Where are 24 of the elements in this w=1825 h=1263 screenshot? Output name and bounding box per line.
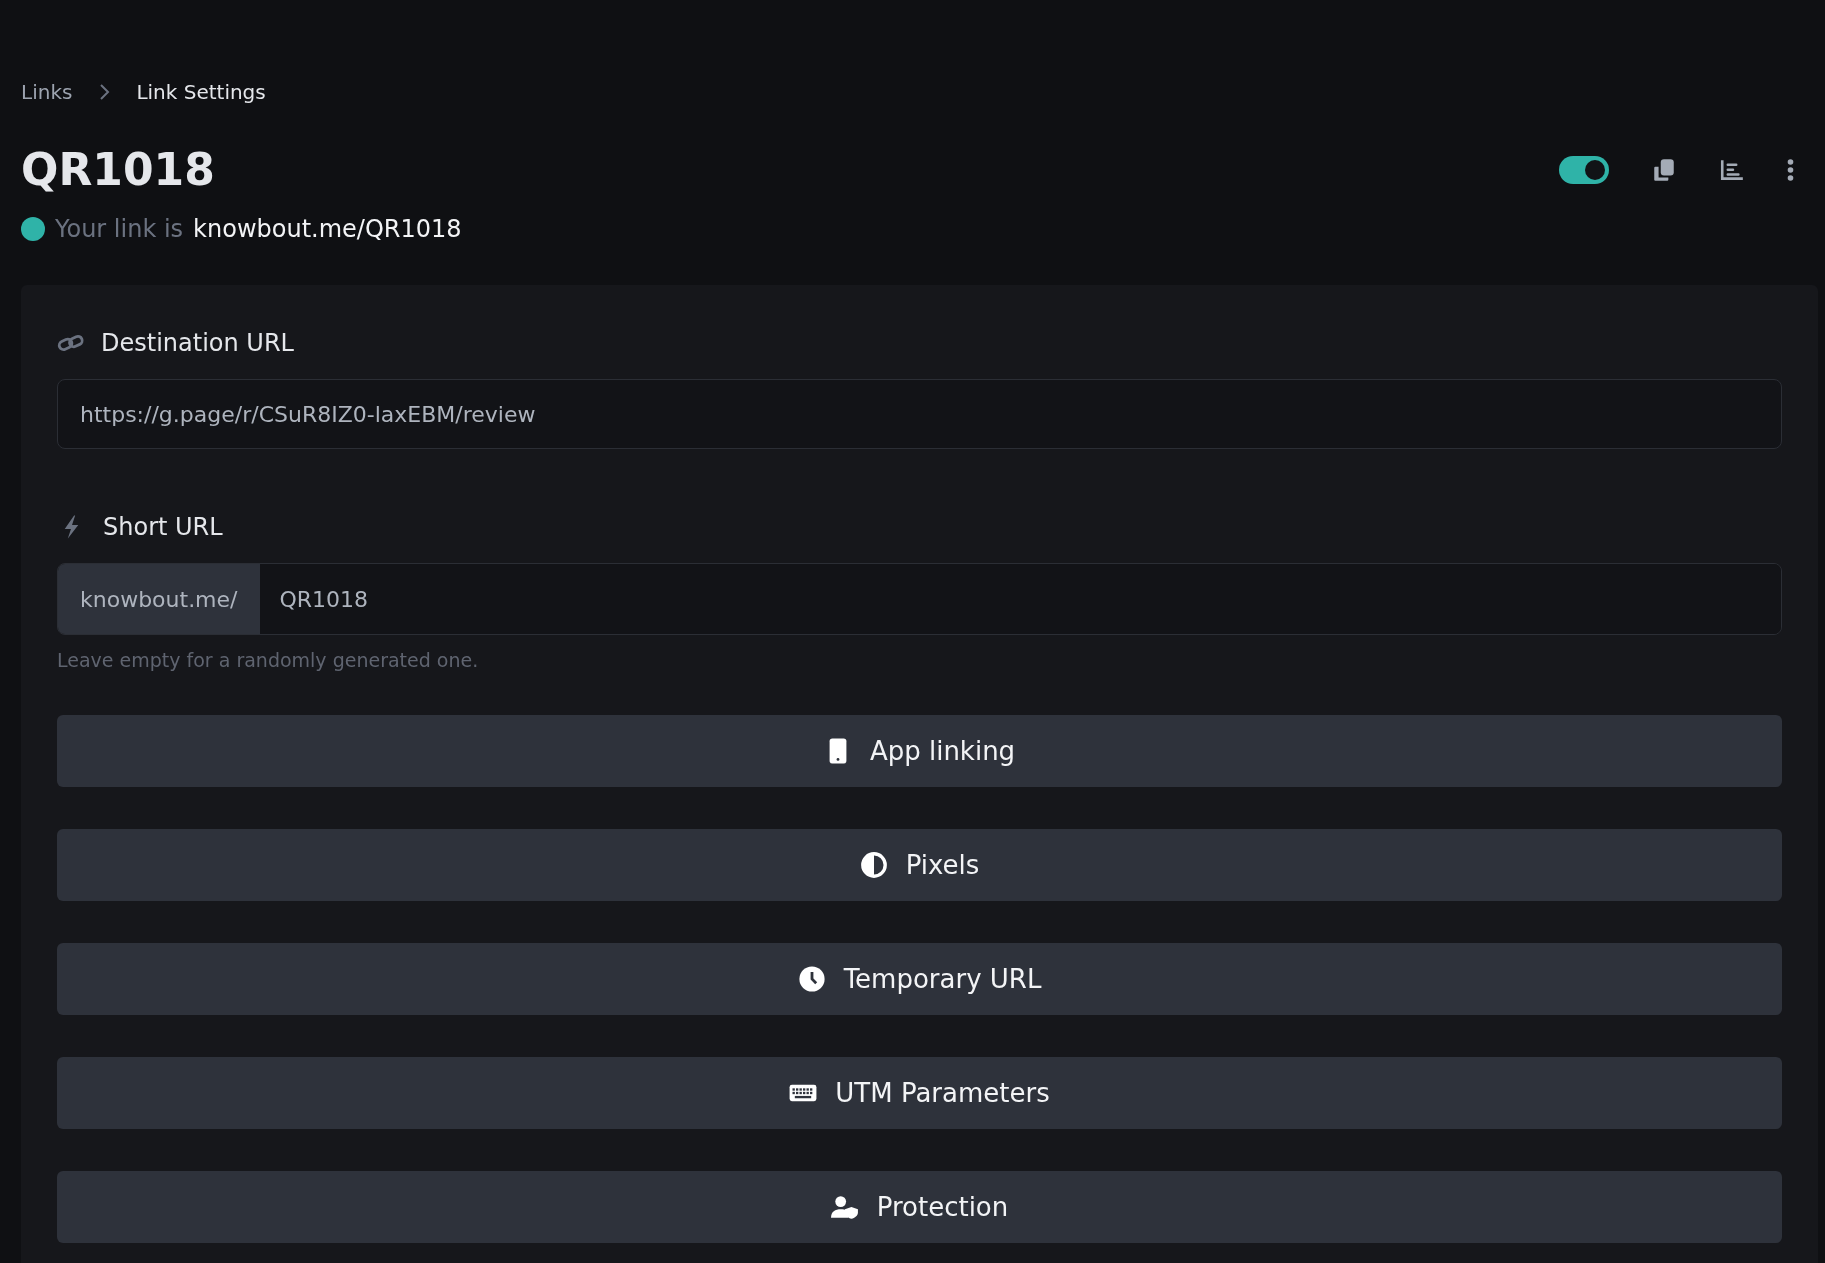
more-icon[interactable] [1787,156,1794,183]
link-icon [57,333,85,353]
user-shield-icon [830,1193,859,1221]
hint-text: Leave empty for a randomly generated one. [57,649,480,671]
breadcrumb-link[interactable]: Links [21,80,73,104]
lightning-icon [63,515,80,539]
section-button[interactable]: Protection [57,1171,1782,1243]
section-button[interactable]: Pixels [57,829,1782,901]
clock-icon [797,965,826,993]
contrast-icon [859,851,888,879]
link-prefix: Your link is [55,215,184,243]
field-label: Short URL [103,513,223,541]
breadcrumb-link[interactable]: Link Settings [136,80,266,104]
section-button[interactable]: UTM Parameters [57,1057,1782,1129]
short-link[interactable]: knowbout.me/QR1018 [193,215,462,243]
section-button[interactable]: Temporary URL [57,943,1782,1015]
field-label: Destination URL [101,329,294,357]
page-title: QR1018 [21,144,215,195]
section-button[interactable]: App linking [57,715,1782,787]
chevron-right-icon [98,83,111,101]
copy-icon[interactable] [1651,156,1677,183]
destination-url-field[interactable]: https://g.page/r/CSuR8IZ0-laxEBM/review [57,379,1782,449]
enable-toggle[interactable] [1559,155,1609,184]
status-dot [21,217,45,241]
